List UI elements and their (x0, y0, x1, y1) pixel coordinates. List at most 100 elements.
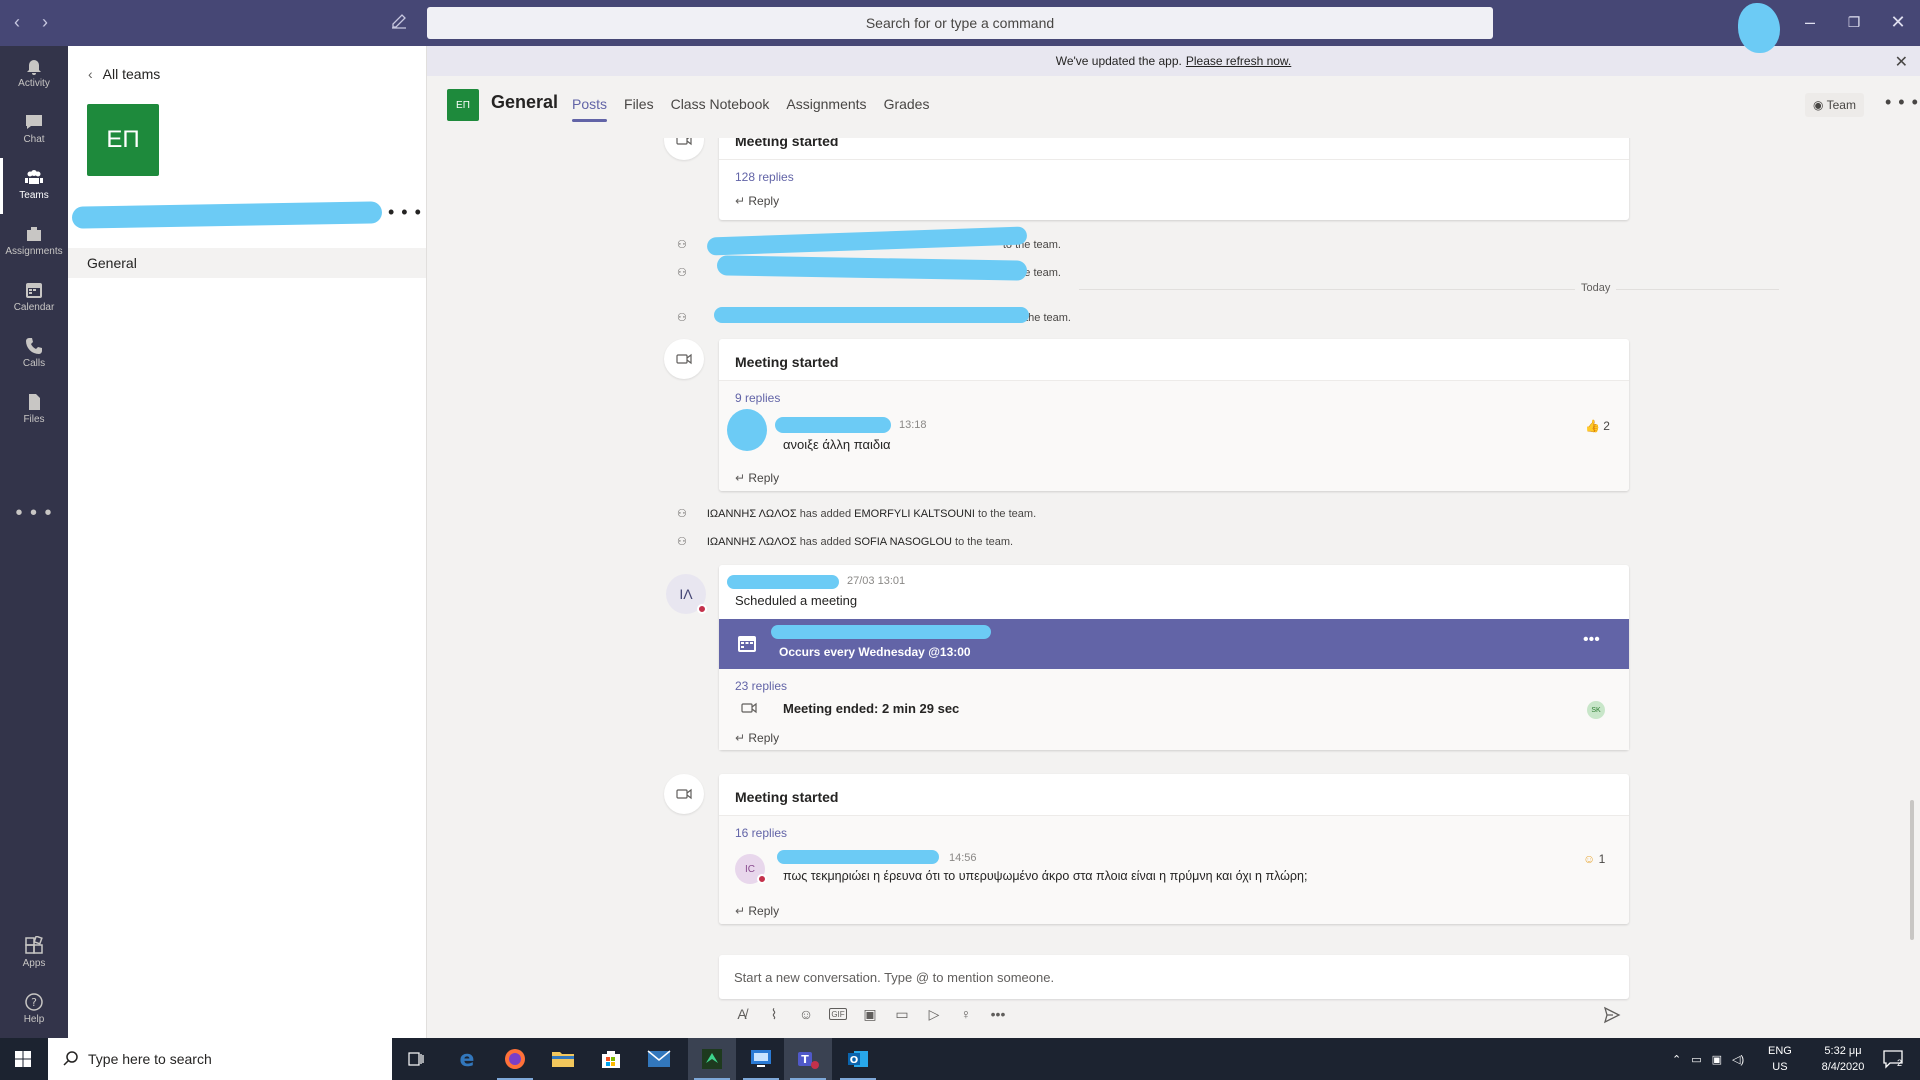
rail-item-calendar[interactable]: Calendar (0, 270, 68, 326)
meet-now-icon[interactable]: ▭ (893, 1005, 911, 1023)
more-options-icon[interactable]: ••• (989, 1005, 1007, 1023)
forward-arrow-icon[interactable]: › (42, 12, 48, 33)
clock[interactable]: 5:32 μμ 8/4/2020 (1808, 1038, 1878, 1080)
channel-title: General (491, 92, 559, 112)
reply-button[interactable]: Reply (719, 461, 779, 485)
reaction[interactable]: ☺ 1 (1583, 852, 1605, 866)
firefox-icon[interactable] (491, 1038, 539, 1080)
apps-icon (25, 936, 43, 954)
edge-icon[interactable]: e (443, 1038, 491, 1080)
target-name[interactable]: SOFIA NASOGLOU (854, 536, 952, 548)
meeting-more-icon[interactable]: ••• (1583, 631, 1600, 649)
rail-more-icon[interactable]: • • • (0, 502, 68, 525)
meeting-banner[interactable]: Occurs every Wednesday @13:00 ••• (719, 619, 1629, 669)
rail-item-assignments[interactable]: Assignments (0, 214, 68, 270)
replies-link[interactable]: 128 replies (719, 160, 1629, 184)
file-explorer-icon[interactable] (539, 1038, 587, 1080)
svg-text:O: O (850, 1055, 859, 1066)
reaction-count: 2 (1603, 419, 1610, 433)
refresh-link[interactable]: Please refresh now. (1186, 54, 1291, 68)
chevron-left-icon: ‹ (88, 66, 93, 82)
search-icon (63, 1051, 78, 1066)
task-view-icon[interactable] (392, 1038, 440, 1080)
all-teams-link[interactable]: ‹ All teams (88, 66, 160, 82)
rail-item-apps[interactable]: Apps (0, 926, 68, 982)
team-view-button[interactable]: ◉ Team (1805, 93, 1864, 117)
recurrence-text: Occurs every Wednesday @13:00 (779, 645, 971, 659)
close-icon[interactable]: ✕ (1895, 52, 1908, 72)
visual-studio-icon[interactable] (688, 1038, 736, 1080)
windows-start-icon[interactable] (14, 1050, 32, 1068)
feed-scrollbar[interactable] (1910, 800, 1914, 940)
mail-icon[interactable] (635, 1038, 683, 1080)
send-icon[interactable] (1603, 1006, 1621, 1024)
volume-icon[interactable]: ◁) (1732, 1053, 1744, 1066)
stream-icon[interactable]: ▷ (925, 1005, 943, 1023)
rail-item-chat[interactable]: Chat (0, 102, 68, 158)
team-panel: ‹ All teams ΕΠ • • • General (68, 46, 427, 1038)
system-message: ⚇ ΙΩΑΝΝΗΣ ΛΩΛΟΣ has added SOFIA NASOGLOU… (677, 535, 1014, 549)
outlook-icon[interactable]: O (834, 1038, 882, 1080)
notifications-icon[interactable]: 2 (1882, 1038, 1904, 1080)
actor-name[interactable]: ΙΩΑΝΝΗΣ ΛΩΛΟΣ (707, 508, 797, 520)
tab-posts[interactable]: Posts (572, 96, 608, 122)
network-icon[interactable]: ▣ (1712, 1053, 1722, 1066)
rail-item-activity[interactable]: Activity (0, 46, 68, 102)
phone-icon (26, 338, 42, 354)
replies-link[interactable]: 16 replies (719, 816, 1629, 840)
tab-files[interactable]: Files (624, 96, 654, 122)
reply-button[interactable]: Reply (719, 894, 779, 918)
format-icon[interactable]: A̸ (733, 1005, 751, 1023)
command-search-input[interactable]: Search for or type a command (427, 7, 1493, 39)
teams-taskbar-icon[interactable]: T (784, 1038, 832, 1080)
close-window-icon[interactable]: ✕ (1886, 10, 1910, 34)
target-name[interactable]: EMORFYLI KALTSOUNI (854, 508, 975, 520)
attach-icon[interactable]: ⌇ (765, 1005, 783, 1023)
meeting-title-redacted (771, 625, 991, 639)
posts-feed: Meeting started 128 replies Reply ⚇ to t… (427, 138, 1920, 958)
name-redacted (714, 307, 1029, 323)
profile-avatar-redacted[interactable] (1738, 3, 1780, 53)
praise-icon[interactable]: ♀ (957, 1005, 975, 1023)
sticker-icon[interactable]: ▣ (861, 1005, 879, 1023)
team-more-options-icon[interactable]: • • • (388, 202, 422, 223)
participant-avatar[interactable]: SK (1587, 701, 1605, 719)
rail-item-help[interactable]: ? Help (0, 982, 68, 1038)
calendar-icon (738, 636, 756, 652)
chevron-up-icon[interactable]: ⌃ (1672, 1053, 1681, 1066)
reaction[interactable]: 👍 2 (1585, 419, 1610, 433)
reply-button[interactable]: Reply (719, 721, 779, 745)
assignments-icon (27, 227, 41, 241)
svg-text:e: e (460, 1047, 475, 1071)
tab-grades[interactable]: Grades (884, 96, 930, 122)
store-icon[interactable] (587, 1038, 635, 1080)
replies-link[interactable]: 9 replies (719, 381, 1629, 405)
tab-assignments[interactable]: Assignments (786, 96, 866, 122)
channel-item-general[interactable]: General (68, 248, 426, 278)
taskbar-search-input[interactable]: Type here to search (48, 1038, 392, 1080)
gif-icon[interactable]: GIF (829, 1008, 847, 1020)
remote-desktop-icon[interactable] (737, 1038, 785, 1080)
compose-icon[interactable] (390, 12, 408, 30)
emoji-icon[interactable]: ☺ (797, 1005, 815, 1023)
status-busy-icon (697, 604, 707, 614)
rail-item-teams[interactable]: Teams (0, 158, 68, 214)
rail-item-calls[interactable]: Calls (0, 326, 68, 382)
clock-time: 5:32 μμ (1824, 1045, 1862, 1057)
video-camera-icon (741, 702, 757, 714)
language-indicator[interactable]: ENG US (1768, 1038, 1792, 1080)
back-arrow-icon[interactable]: ‹ (14, 12, 20, 33)
teams-icon (25, 170, 43, 184)
actor-name[interactable]: ΙΩΑΝΝΗΣ ΛΩΛΟΣ (707, 536, 797, 548)
battery-icon[interactable]: ▭ (1691, 1053, 1701, 1066)
new-conversation-input[interactable]: Start a new conversation. Type @ to ment… (719, 955, 1629, 999)
restore-icon[interactable]: ❐ (1842, 10, 1866, 34)
svg-text:T: T (801, 1053, 809, 1066)
replies-link[interactable]: 23 replies (719, 669, 1629, 693)
app-rail: Activity Chat Teams Assignments Calendar… (0, 46, 68, 1038)
rail-item-files[interactable]: Files (0, 382, 68, 438)
header-more-icon[interactable]: • • • (1885, 92, 1919, 113)
tab-class-notebook[interactable]: Class Notebook (671, 96, 770, 122)
minimize-icon[interactable]: – (1798, 10, 1822, 34)
reply-button[interactable]: Reply (719, 184, 1629, 208)
